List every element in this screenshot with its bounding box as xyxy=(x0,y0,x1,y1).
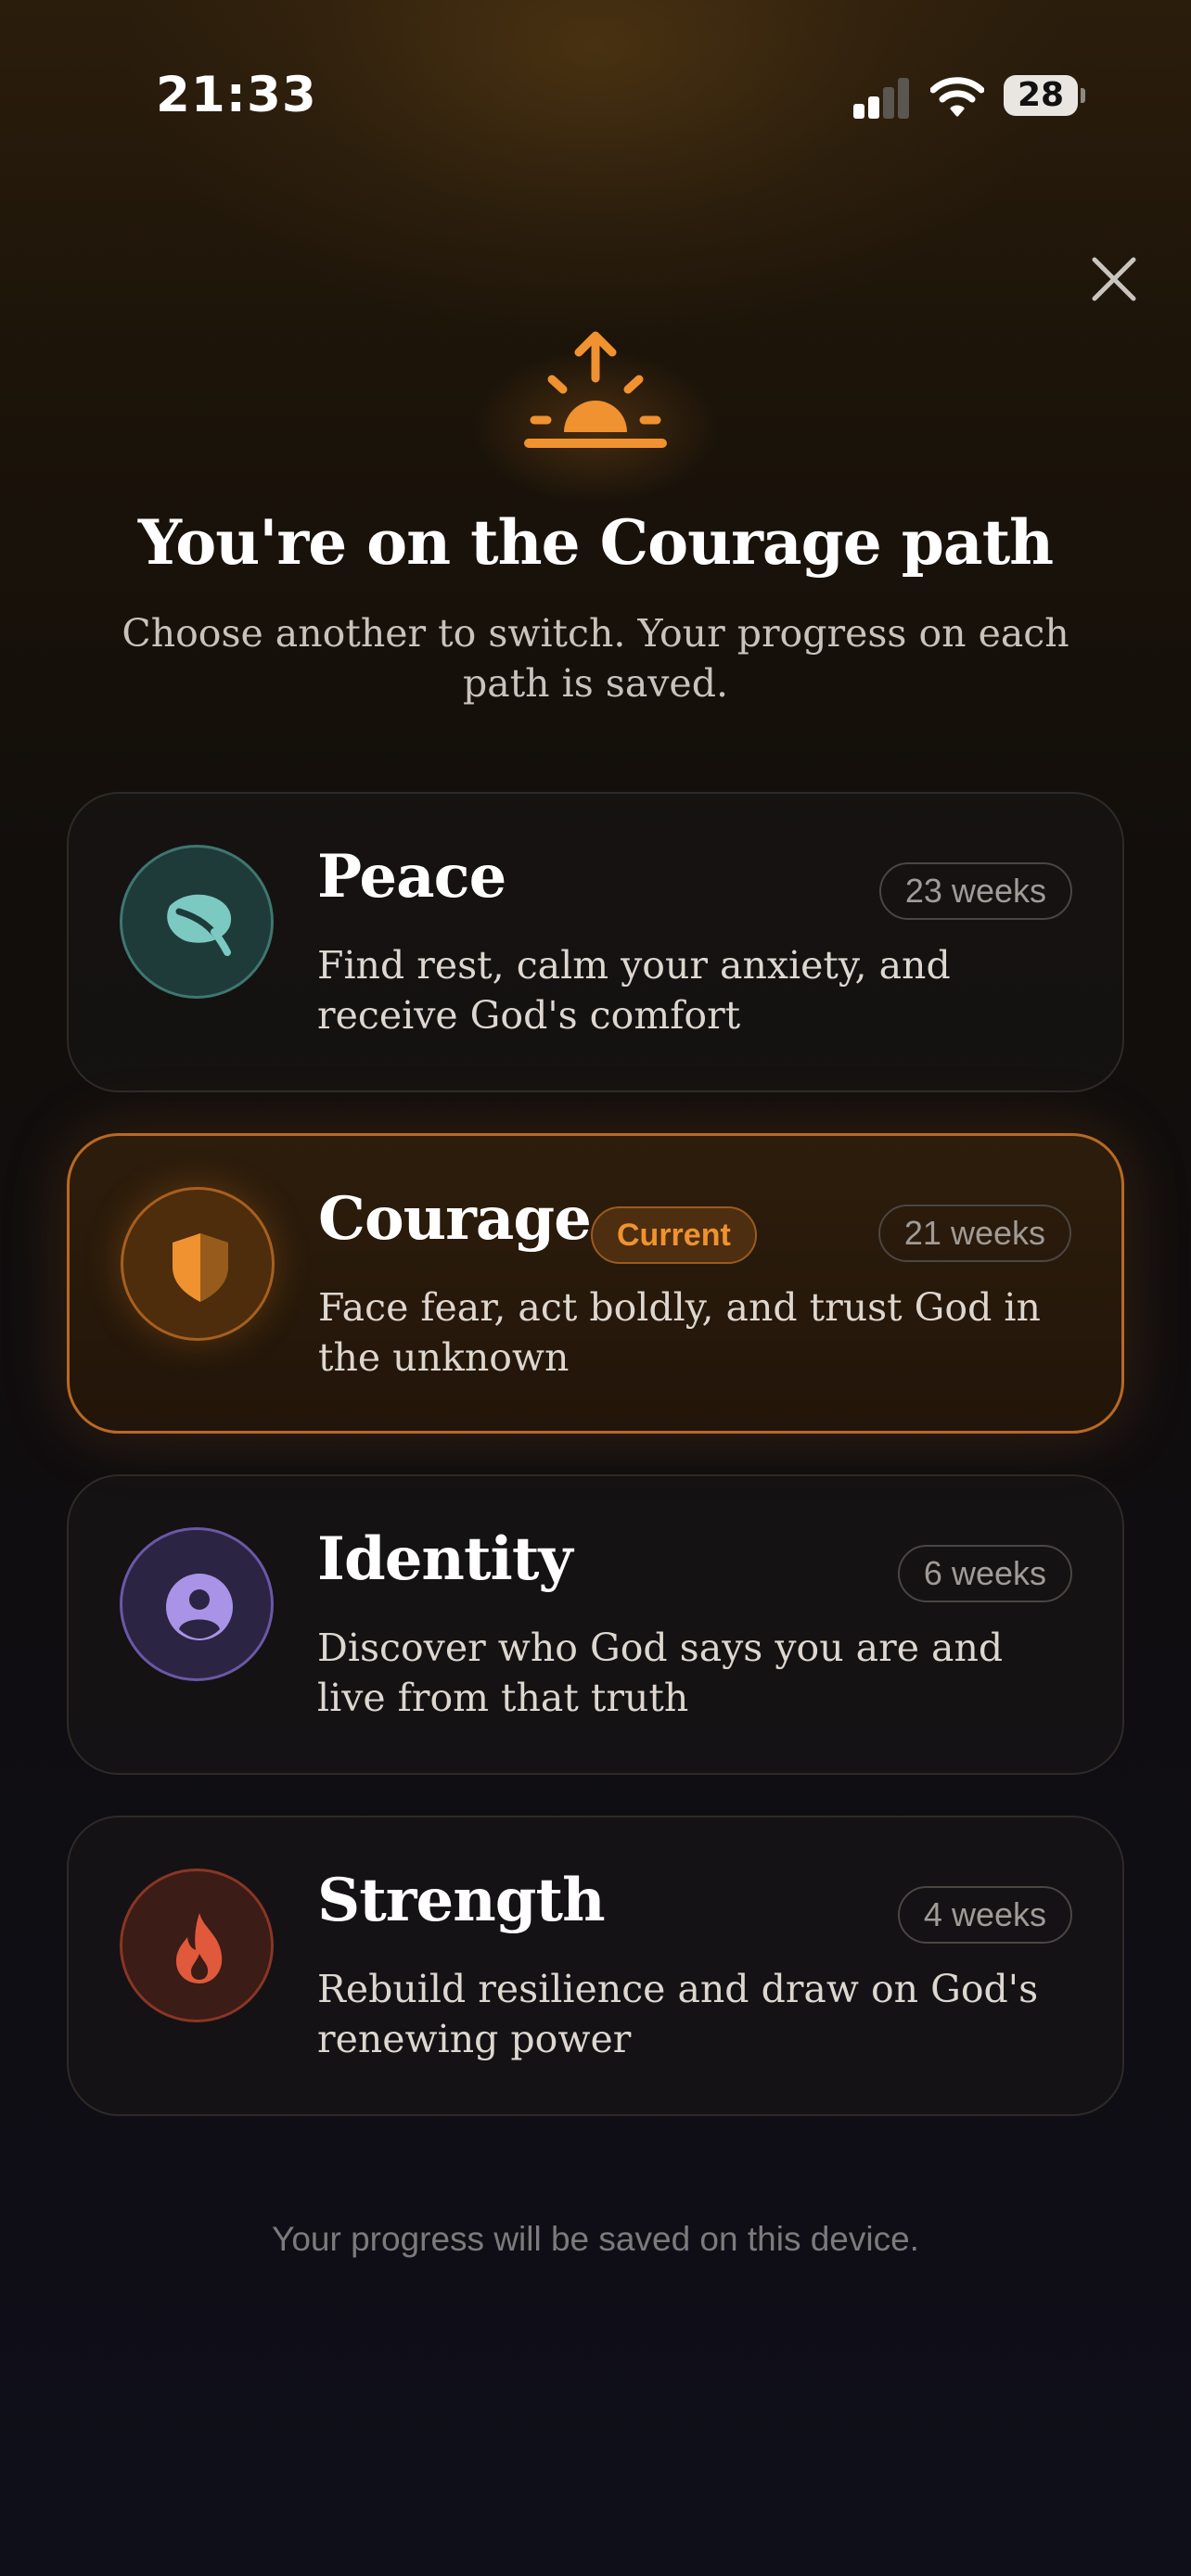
path-description: Face fear, act boldly, and trust God in … xyxy=(318,1285,1041,1380)
path-card-peace[interactable]: Peace 23 weeks Find rest, calm your anxi… xyxy=(67,792,1124,1092)
path-description: Rebuild resilience and draw on God's ren… xyxy=(317,1967,1039,2061)
flame-icon xyxy=(120,1868,274,2022)
wifi-icon xyxy=(929,76,985,117)
person-icon xyxy=(120,1527,274,1681)
page-title: You're on the Courage path xyxy=(137,506,1054,579)
duration-badge: 4 weeks xyxy=(897,1886,1072,1944)
path-name: Identity xyxy=(317,1524,573,1594)
battery-icon: 28 xyxy=(1004,75,1078,116)
current-badge: Current xyxy=(591,1206,757,1264)
path-name: Peace xyxy=(317,842,506,912)
path-name: Courage xyxy=(318,1184,592,1254)
sunrise-icon xyxy=(523,330,668,454)
cellular-signal-icon xyxy=(853,76,911,119)
path-card-courage[interactable]: Courage Current 21 weeks Face fear, act … xyxy=(67,1133,1124,1434)
path-card-identity[interactable]: Identity 6 weeks Discover who God says y… xyxy=(67,1474,1124,1775)
close-icon xyxy=(1092,257,1136,301)
leaf-icon xyxy=(120,845,274,999)
shield-icon xyxy=(121,1187,275,1341)
path-card-strength[interactable]: Strength 4 weeks Rebuild resilience and … xyxy=(67,1816,1124,2116)
duration-badge: 6 weeks xyxy=(897,1545,1072,1602)
path-description: Discover who God says you are and live f… xyxy=(317,1626,1004,1720)
footer-note: Your progress will be saved on this devi… xyxy=(272,2220,919,2258)
status-time: 21:33 xyxy=(156,67,317,123)
duration-badge: 21 weeks xyxy=(877,1205,1071,1262)
close-button[interactable] xyxy=(1085,250,1143,308)
page-subtitle: Choose another to switch. Your progress … xyxy=(122,611,1069,706)
path-name: Strength xyxy=(317,1866,606,1935)
duration-badge: 23 weeks xyxy=(878,862,1072,920)
path-description: Find rest, calm your anxiety, and receiv… xyxy=(317,943,951,1038)
battery-cap xyxy=(1081,88,1085,103)
header-glow xyxy=(132,0,1059,334)
